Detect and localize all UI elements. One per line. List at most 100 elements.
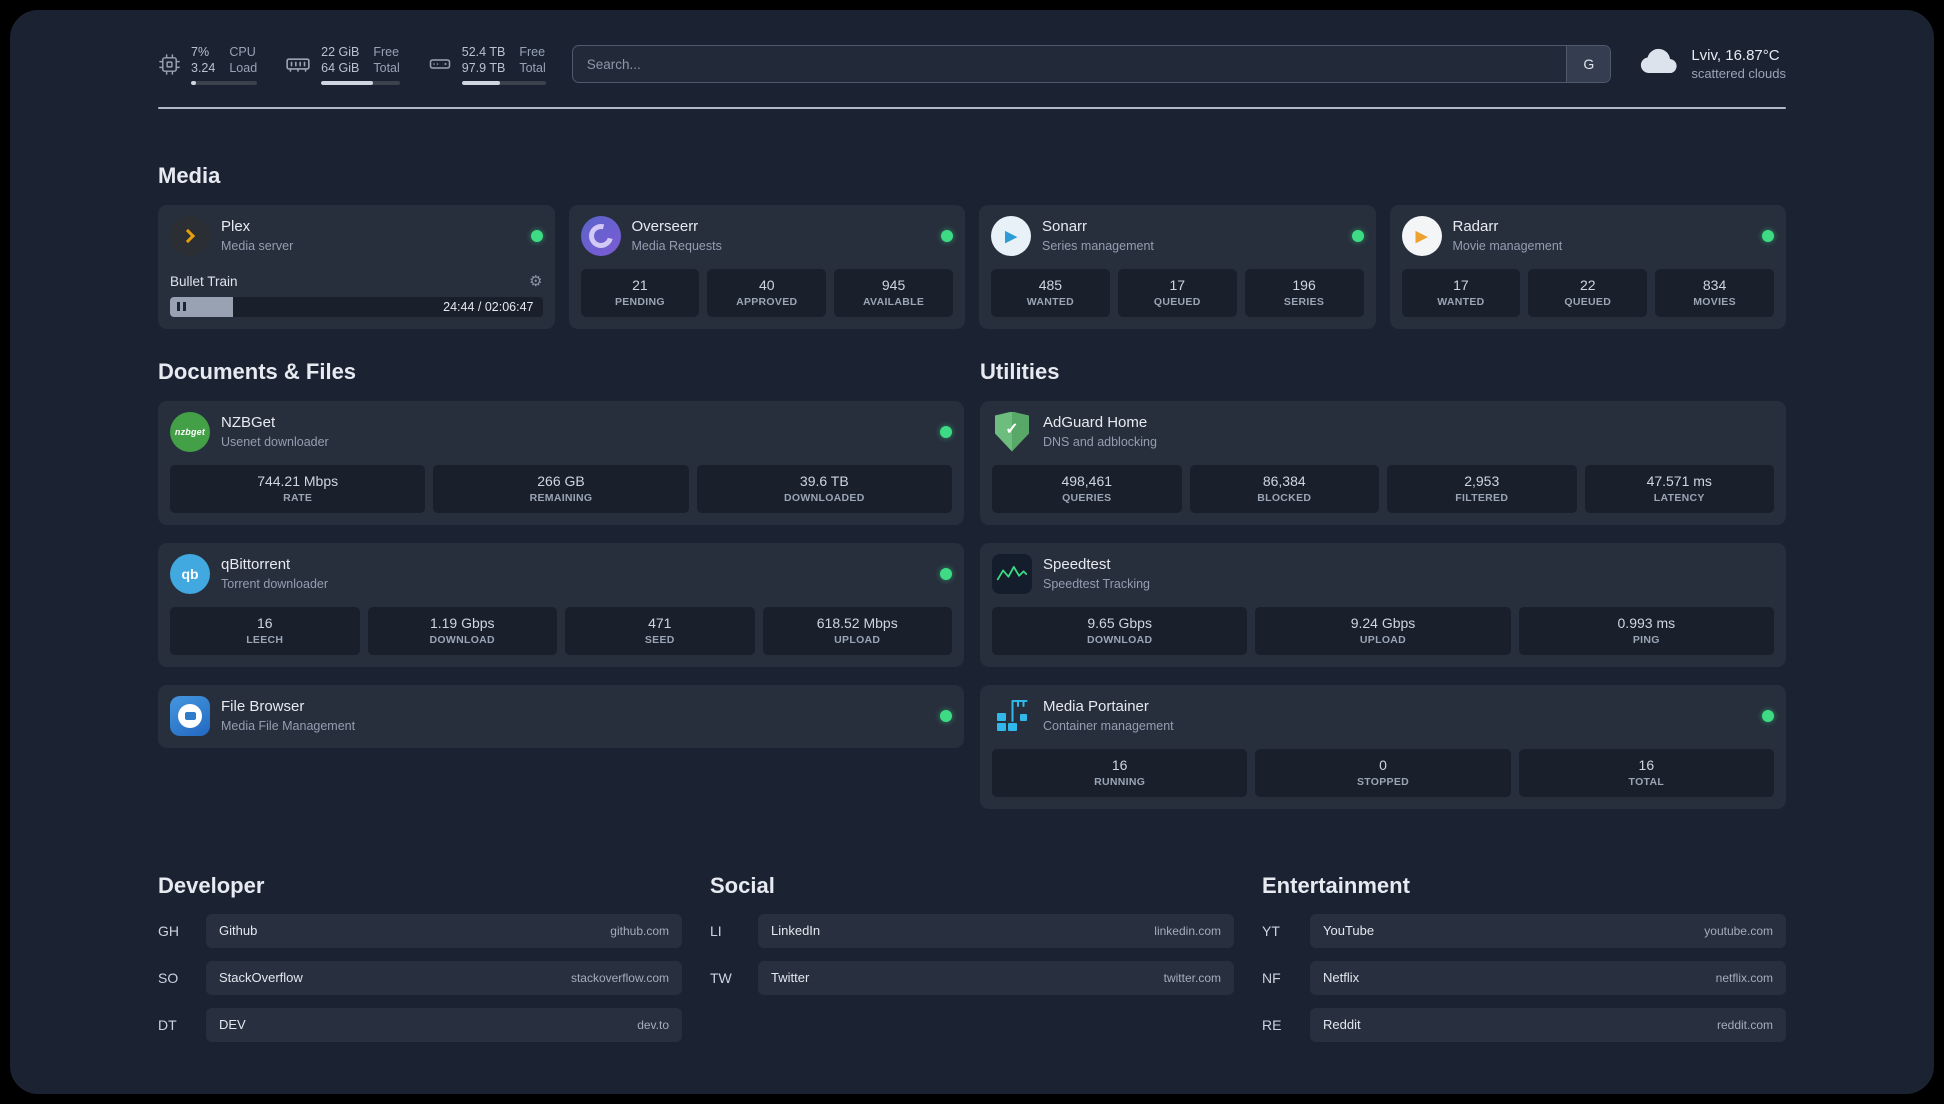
service-card-sonarr[interactable]: ▶ Sonarr Series management 485 WANTED 17… bbox=[979, 204, 1376, 329]
service-description: Media File Management bbox=[221, 719, 356, 733]
disk-free-value: 52.4 TB bbox=[461, 45, 506, 59]
disk-widget: 52.4 TB 97.9 TB Free Total bbox=[428, 44, 546, 85]
bookmark-netflix[interactable]: NF Netflix netflix.com bbox=[1262, 960, 1786, 995]
playback-time: 24:44 / 02:06:47 bbox=[443, 299, 534, 314]
stat-wanted: 485 WANTED bbox=[991, 268, 1110, 317]
group-title-social: Social bbox=[710, 872, 775, 898]
topbar-divider bbox=[158, 106, 1786, 109]
section-developer: Developer GH Github github.com SO StackO… bbox=[158, 873, 682, 1042]
stat-ping: 0.993 ms PING bbox=[1518, 606, 1774, 655]
status-dot-online bbox=[940, 709, 952, 722]
bookmark-name: StackOverflow bbox=[219, 970, 303, 985]
playback-progress-bar[interactable]: 24:44 / 02:06:47 bbox=[170, 296, 543, 317]
pause-icon[interactable] bbox=[177, 302, 186, 311]
now-playing-title: Bullet Train bbox=[170, 273, 238, 289]
bookmark-name: DEV bbox=[219, 1017, 246, 1032]
gear-icon[interactable]: ⚙ bbox=[529, 274, 542, 289]
disk-icon bbox=[428, 52, 452, 76]
bookmark-name: Reddit bbox=[1323, 1017, 1361, 1032]
service-name: Speedtest bbox=[1043, 556, 1111, 573]
bookmark-reddit[interactable]: RE Reddit reddit.com bbox=[1262, 1007, 1786, 1042]
service-description: Media Requests bbox=[631, 239, 722, 253]
search-provider-button[interactable]: G bbox=[1566, 46, 1611, 83]
service-description: Media server bbox=[221, 239, 294, 253]
service-description: DNS and adblocking bbox=[1043, 435, 1157, 449]
plex-icon bbox=[170, 215, 210, 256]
stat-available: 945 AVAILABLE bbox=[834, 268, 953, 317]
stat-wanted: 17 WANTED bbox=[1401, 268, 1521, 317]
bookmark-name: Github bbox=[219, 923, 258, 938]
dashboard: 7% 3.24 CPU Load 22 GiB 64 GiB Free Tota… bbox=[10, 10, 1934, 1094]
service-name: Radarr bbox=[1452, 218, 1499, 235]
qbittorrent-icon: qb bbox=[170, 553, 210, 594]
service-description: Speedtest Tracking bbox=[1043, 577, 1151, 591]
group-title-developer: Developer bbox=[158, 872, 265, 898]
search-input[interactable] bbox=[571, 45, 1612, 84]
service-description: Movie management bbox=[1452, 239, 1563, 253]
stat-pending: 21 PENDING bbox=[580, 268, 700, 317]
bookmark-url: dev.to bbox=[637, 1017, 669, 1032]
stat-queued: 22 QUEUED bbox=[1528, 268, 1648, 317]
bookmark-abbr: YT bbox=[1262, 922, 1280, 939]
bookmark-youtube[interactable]: YT YouTube youtube.com bbox=[1262, 913, 1786, 948]
weather-location: Lviv, 16.87°C bbox=[1691, 47, 1780, 65]
sonarr-icon: ▶ bbox=[991, 215, 1031, 256]
memory-usage-fill bbox=[321, 80, 374, 85]
group-title-media: Media bbox=[158, 162, 221, 188]
stat-rate: 744.21 Mbps RATE bbox=[170, 464, 426, 513]
section-media: Media Plex Media server Bullet Train ⚙ 2… bbox=[158, 163, 1786, 329]
stat-blocked: 86,384 BLOCKED bbox=[1189, 464, 1379, 513]
stat-queued: 17 QUEUED bbox=[1117, 268, 1237, 317]
memory-total-label: Total bbox=[373, 61, 400, 76]
group-title-entertainment: Entertainment bbox=[1262, 872, 1410, 898]
bookmark-abbr: LI bbox=[710, 922, 722, 939]
service-card-portainer[interactable]: Media Portainer Container management 16 … bbox=[980, 684, 1786, 809]
section-social: Social LI LinkedIn linkedin.com TW Twitt… bbox=[710, 873, 1234, 995]
bookmark-url: twitter.com bbox=[1163, 970, 1221, 985]
stat-series: 196 SERIES bbox=[1244, 268, 1364, 317]
bookmark-name: LinkedIn bbox=[771, 923, 821, 938]
disk-usage-fill bbox=[461, 80, 501, 85]
cpu-icon bbox=[158, 53, 181, 76]
disk-usage-bar bbox=[461, 80, 546, 85]
memory-usage-bar bbox=[321, 80, 400, 85]
cpu-label: CPU bbox=[229, 45, 256, 59]
service-name: Plex bbox=[221, 218, 251, 235]
bookmark-stackoverflow[interactable]: SO StackOverflow stackoverflow.com bbox=[158, 960, 682, 995]
service-card-nzbget[interactable]: nzbget NZBGet Usenet downloader 744.21 M… bbox=[158, 400, 964, 525]
cpu-widget: 7% 3.24 CPU Load bbox=[158, 44, 258, 85]
service-description: Usenet downloader bbox=[221, 435, 329, 449]
service-name: NZBGet bbox=[221, 414, 276, 431]
service-name: Sonarr bbox=[1042, 218, 1088, 235]
bookmark-linkedin[interactable]: LI LinkedIn linkedin.com bbox=[710, 913, 1234, 948]
bookmark-abbr: TW bbox=[710, 969, 732, 986]
weather-widget: Lviv, 16.87°C scattered clouds bbox=[1637, 46, 1786, 83]
service-description: Torrent downloader bbox=[221, 577, 329, 591]
cpu-percent: 7% bbox=[191, 45, 210, 59]
service-card-adguard[interactable]: ✓ AdGuard Home DNS and adblocking 498,46… bbox=[980, 400, 1786, 525]
bookmark-abbr: DT bbox=[158, 1016, 177, 1033]
adguard-icon: ✓ bbox=[992, 411, 1032, 452]
service-card-filebrowser[interactable]: File Browser Media File Management bbox=[158, 684, 964, 748]
service-card-plex[interactable]: Plex Media server Bullet Train ⚙ 24:44 /… bbox=[158, 204, 555, 329]
cpu-load-value: 3.24 bbox=[191, 61, 216, 76]
stat-approved: 40 APPROVED bbox=[707, 268, 827, 317]
service-card-overseerr[interactable]: Overseerr Media Requests 21 PENDING 40 A… bbox=[568, 204, 965, 329]
bookmark-url: linkedin.com bbox=[1154, 923, 1221, 938]
top-bar: 7% 3.24 CPU Load 22 GiB 64 GiB Free Tota… bbox=[158, 44, 1786, 85]
radarr-icon: ▶ bbox=[1401, 215, 1442, 256]
service-card-radarr[interactable]: ▶ Radarr Movie management 17 WANTED 22 Q… bbox=[1389, 204, 1786, 329]
service-card-qbittorrent[interactable]: qb qBittorrent Torrent downloader 16 LEE… bbox=[158, 542, 964, 667]
bookmark-abbr: NF bbox=[1262, 969, 1281, 986]
bookmark-dev[interactable]: DT DEV dev.to bbox=[158, 1007, 682, 1042]
bookmark-twitter[interactable]: TW Twitter twitter.com bbox=[710, 960, 1234, 995]
stat-download: 1.19 Gbps DOWNLOAD bbox=[367, 606, 557, 655]
speedtest-icon bbox=[992, 553, 1032, 594]
bookmark-github[interactable]: GH Github github.com bbox=[158, 913, 682, 948]
stat-remaining: 266 GB REMAINING bbox=[433, 464, 689, 513]
stat-upload: 9.24 Gbps UPLOAD bbox=[1255, 606, 1511, 655]
stat-leech: 16 LEECH bbox=[170, 606, 360, 655]
memory-free-value: 22 GiB bbox=[321, 45, 360, 59]
service-card-speedtest[interactable]: Speedtest Speedtest Tracking 9.65 Gbps D… bbox=[980, 542, 1786, 667]
nzbget-icon: nzbget bbox=[170, 411, 210, 452]
